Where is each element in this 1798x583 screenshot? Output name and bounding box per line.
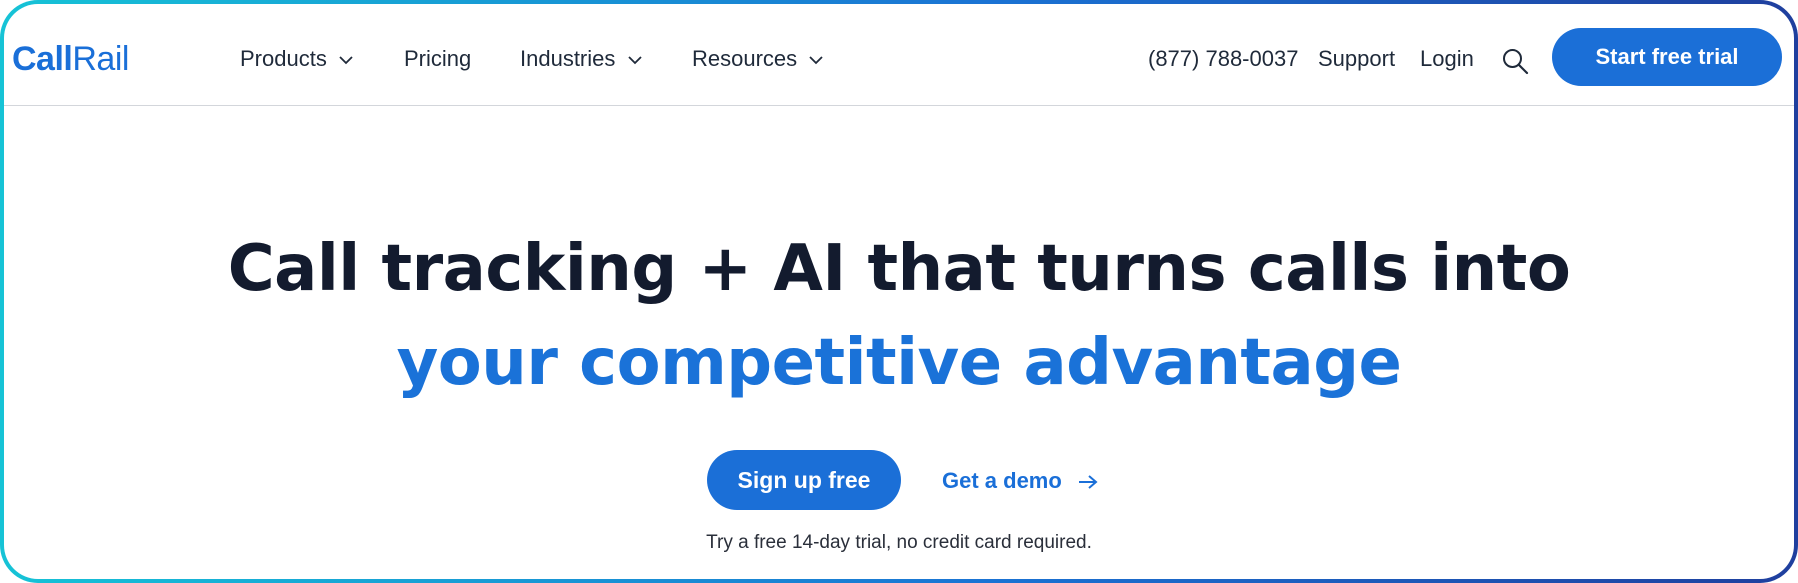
chevron-down-icon [809,56,823,65]
nav-pricing[interactable]: Pricing [404,42,471,76]
nav-industries[interactable]: Industries [520,42,642,76]
get-a-demo-label: Get a demo [942,468,1062,493]
phone-number-link[interactable]: (877) 788-0037 [1148,42,1298,76]
callrail-logo[interactable]: CallRail [12,37,129,81]
nav-products-label: Products [240,46,327,71]
hero-headline-line2: your competitive advantage [396,326,1402,400]
nav-industries-label: Industries [520,46,616,71]
nav-resources[interactable]: Resources [692,42,823,76]
logo-call-text: Call [12,40,73,78]
trial-note: Try a free 14-day trial, no credit card … [706,532,1092,553]
chevron-down-icon [627,56,642,65]
arrow-right-icon [1078,475,1098,489]
nav-pricing-label: Pricing [404,46,472,71]
start-free-trial-button[interactable]: Start free trial [1552,28,1782,86]
support-link[interactable]: Support [1318,42,1395,76]
hero-headline-line1: Call tracking + AI that turns calls into [227,232,1571,306]
sign-up-free-button[interactable]: Sign up free [707,450,901,510]
nav-products[interactable]: Products [240,42,353,76]
get-a-demo-link[interactable]: Get a demo [942,464,1098,498]
site-header: CallRail Products Pricing Industries Res… [4,4,1794,106]
nav-resources-label: Resources [692,46,798,71]
chevron-down-icon [339,56,353,65]
page: CallRail Products Pricing Industries Res… [4,4,1794,579]
search-icon[interactable] [1500,46,1530,76]
browser-frame: CallRail Products Pricing Industries Res… [0,0,1798,583]
login-link[interactable]: Login [1420,42,1474,76]
logo-rail-text: Rail [72,40,129,78]
